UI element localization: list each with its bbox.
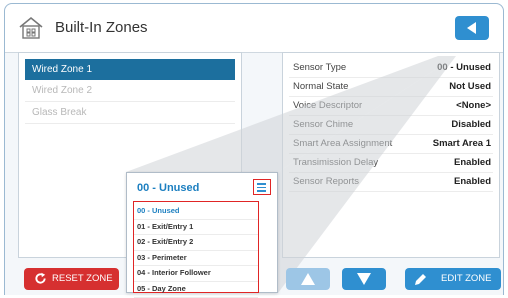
- property-row[interactable]: Sensor Chime Disabled: [289, 116, 493, 135]
- property-value: Not Used: [449, 81, 491, 92]
- property-value: Enabled: [454, 157, 491, 168]
- page-title: Built-In Zones: [55, 19, 148, 36]
- property-row[interactable]: Smart Area Assignment Smart Area 1: [289, 135, 493, 154]
- property-row[interactable]: Sensor Type 00 - Unused: [289, 59, 493, 78]
- dropdown-option[interactable]: 00 - Unused: [134, 204, 258, 220]
- menu-icon[interactable]: [253, 179, 271, 195]
- dropdown-option[interactable]: 04 - Interior Follower: [134, 266, 258, 282]
- property-label: Smart Area Assignment: [293, 138, 393, 149]
- up-arrow-icon: [301, 273, 315, 285]
- sensor-type-dropdown: 00 - Unused 00 - Unused 01 - Exit/Entry 1…: [126, 172, 278, 298]
- zone-list-item[interactable]: Wired Zone 2: [25, 80, 235, 102]
- property-value: Smart Area 1: [432, 138, 491, 149]
- edit-zone-button[interactable]: EDIT ZONE: [405, 268, 501, 290]
- dropdown-selected-value: 00 - Unused: [137, 182, 200, 194]
- zone-list-item[interactable]: Glass Break: [25, 102, 235, 124]
- property-value: Enabled: [454, 176, 491, 187]
- dropdown-option[interactable]: 02 - Exit/Entry 2: [134, 235, 258, 251]
- property-value: Disabled: [451, 119, 491, 130]
- zone-properties-panel: Sensor Type 00 - Unused Normal State Not Us…: [282, 52, 500, 258]
- property-row[interactable]: Sensor Reports Enabled: [289, 173, 493, 192]
- property-label: Normal State: [293, 81, 349, 92]
- property-label: Transimission Delay: [293, 157, 379, 168]
- property-label: Sensor Reports: [293, 176, 360, 187]
- back-button[interactable]: [455, 16, 489, 40]
- edit-zone-label: EDIT ZONE: [441, 273, 492, 284]
- properties-list: Sensor Type 00 - Unused Normal State Not Us…: [283, 59, 499, 192]
- property-value: <None>: [456, 100, 491, 111]
- reset-icon: [35, 272, 46, 284]
- property-label: Sensor Chime: [293, 119, 354, 130]
- zone-list-item[interactable]: Wired Zone 1: [25, 59, 235, 80]
- reset-zone-button[interactable]: RESET ZONE: [24, 268, 119, 290]
- reset-zone-label: RESET ZONE: [52, 273, 113, 284]
- property-row[interactable]: Voice Descriptor <None>: [289, 97, 493, 116]
- move-up-button[interactable]: [286, 268, 330, 290]
- zone-list: Wired Zone 1 Wired Zone 2 Glass Break: [25, 59, 235, 124]
- property-label: Sensor Type: [293, 62, 347, 73]
- dropdown-option[interactable]: 03 - Perimeter: [134, 251, 258, 267]
- pencil-icon: [415, 274, 426, 285]
- header-bar: Built-In Zones: [5, 4, 503, 53]
- move-down-button[interactable]: [342, 268, 386, 290]
- property-row[interactable]: Transimission Delay Enabled: [289, 154, 493, 173]
- dropdown-options: 00 - Unused 01 - Exit/Entry 1 02 - Exit/En…: [133, 201, 259, 298]
- dropdown-option[interactable]: 01 - Exit/Entry 1: [134, 220, 258, 236]
- dropdown-option[interactable]: 05 - Day Zone: [134, 282, 258, 298]
- property-label: Voice Descriptor: [293, 100, 363, 111]
- property-row[interactable]: Normal State Not Used: [289, 78, 493, 97]
- property-value: 00 - Unused: [437, 62, 491, 73]
- back-arrow-icon: [467, 22, 476, 34]
- down-arrow-icon: [357, 273, 371, 285]
- home-icon[interactable]: [17, 14, 45, 42]
